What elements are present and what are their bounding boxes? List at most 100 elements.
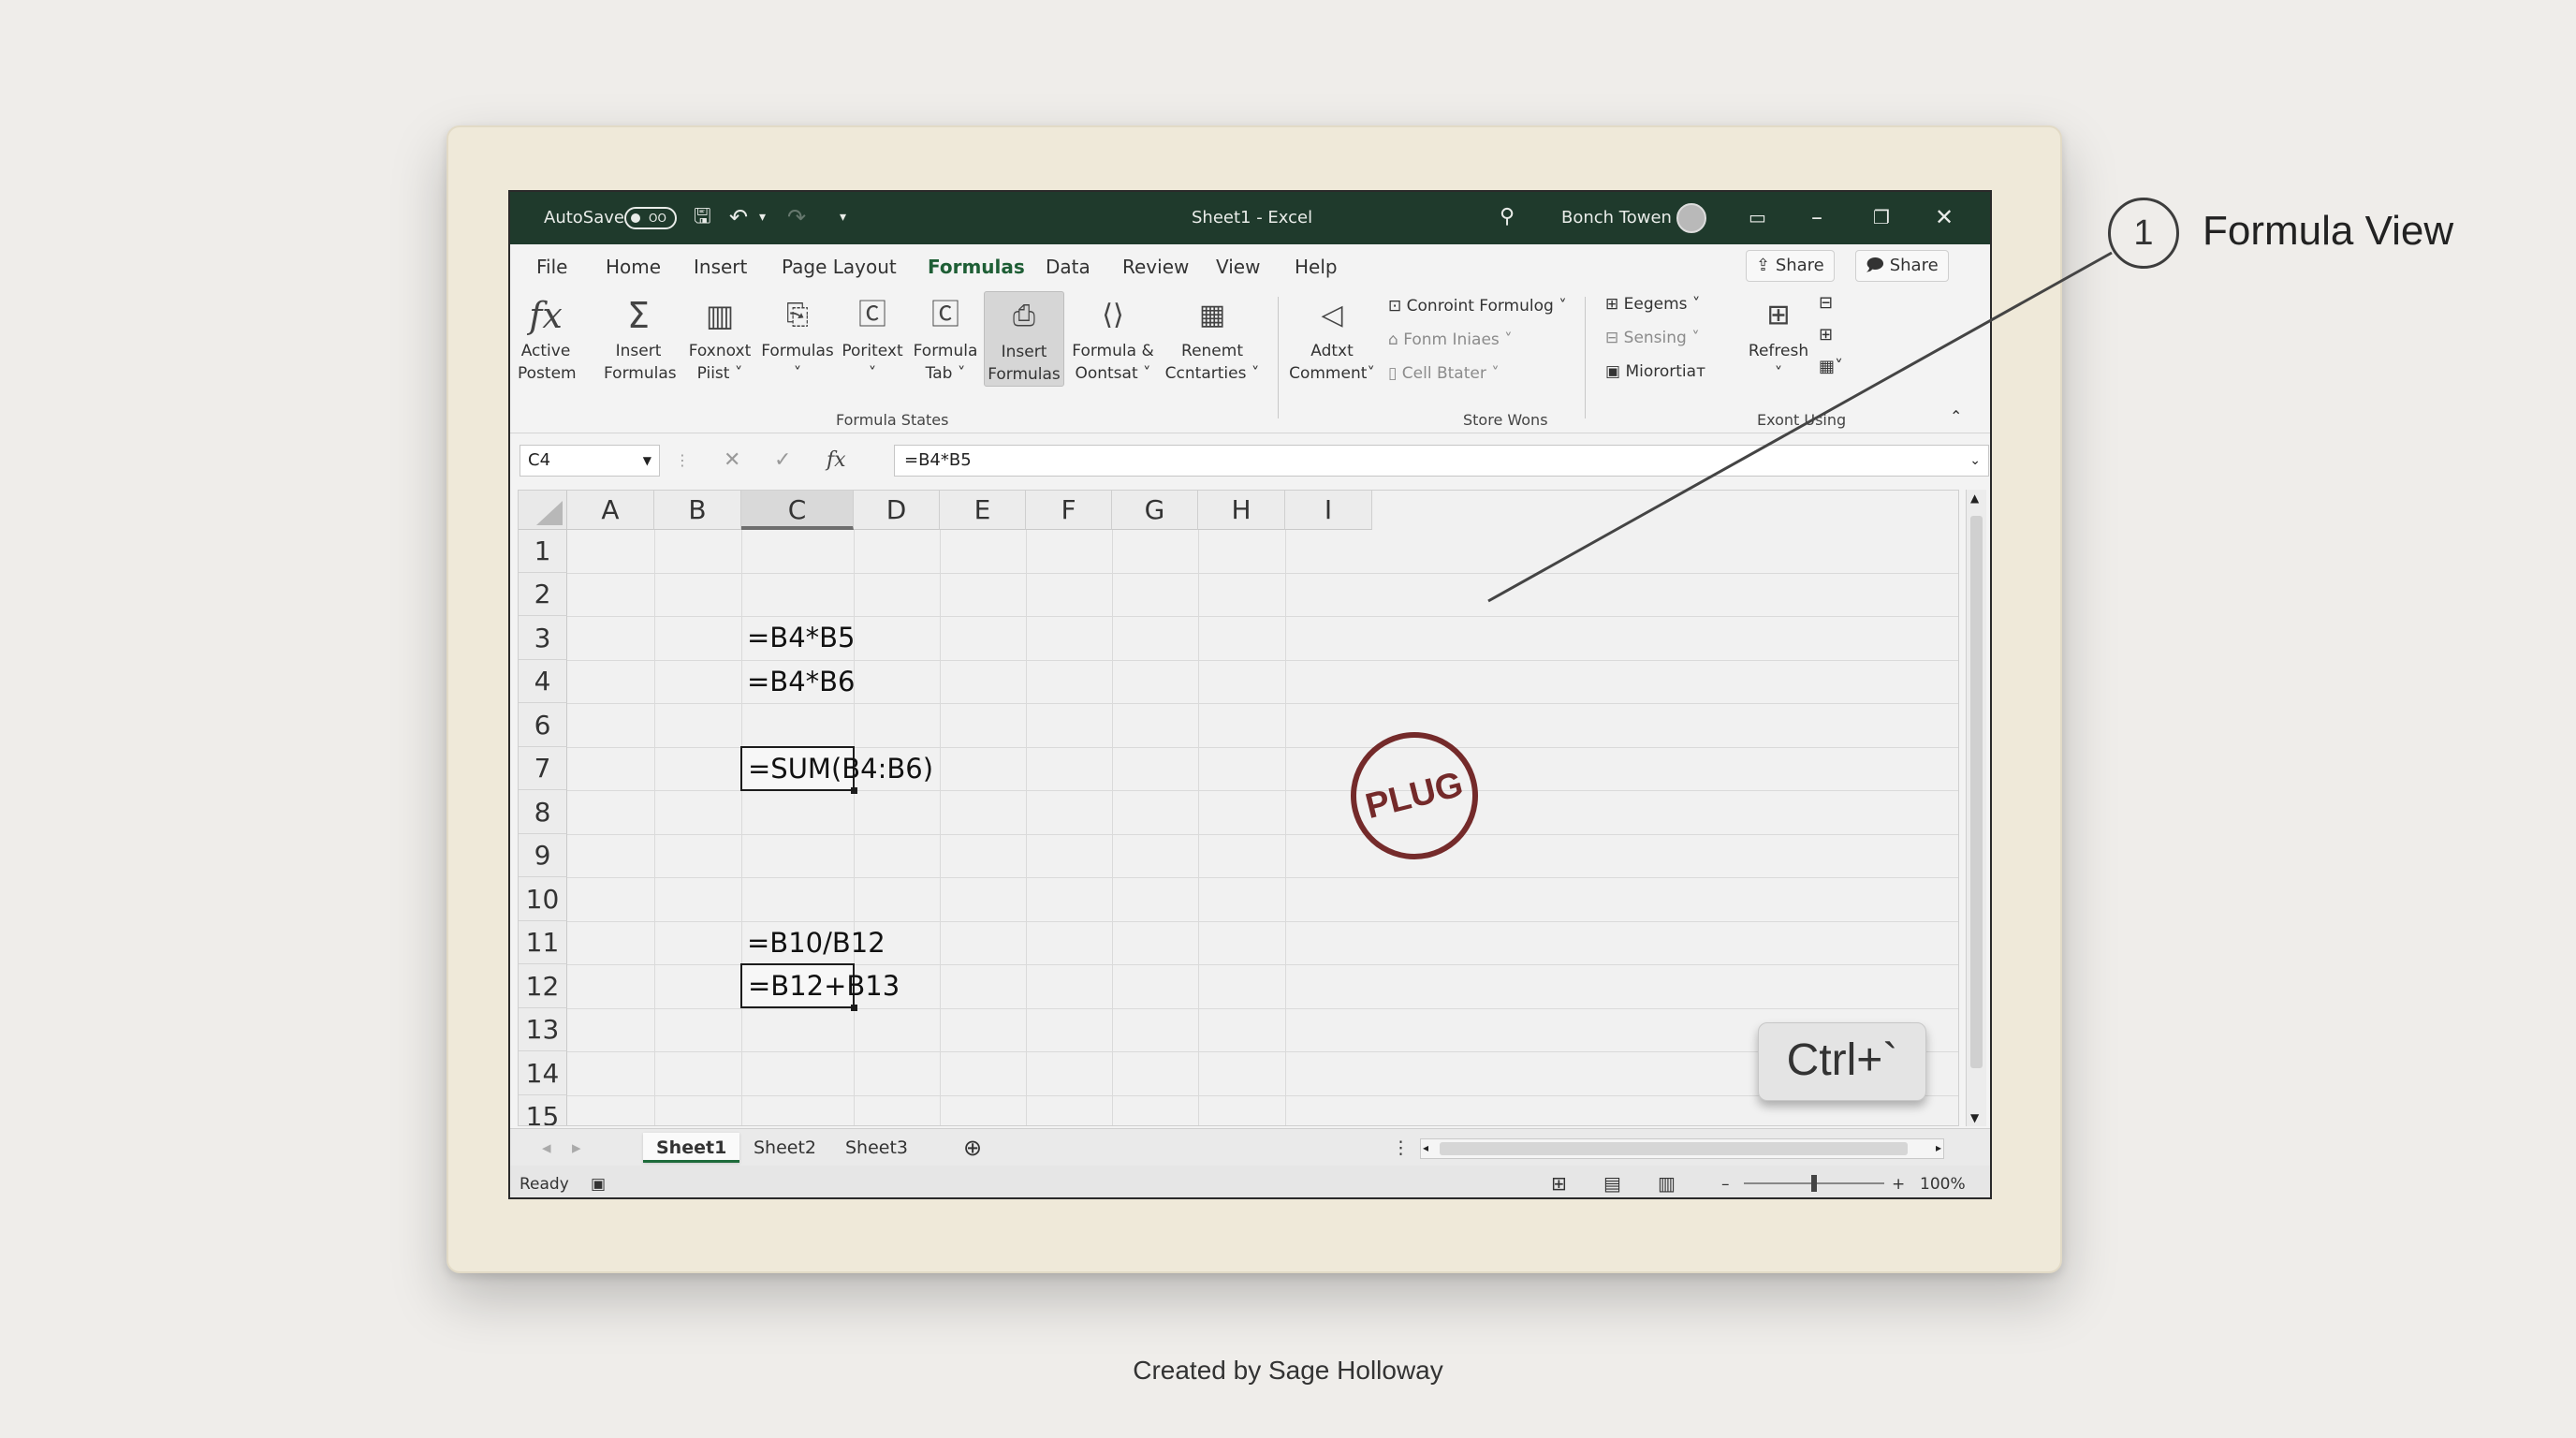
- zoom-in-icon[interactable]: +: [1892, 1175, 1905, 1194]
- fill-handle[interactable]: [851, 1005, 857, 1011]
- row-header[interactable]: 4: [519, 660, 567, 703]
- row-header[interactable]: 1: [519, 530, 567, 573]
- tab-home[interactable]: Home: [606, 256, 661, 278]
- fill-handle[interactable]: [851, 787, 857, 794]
- mini-grid-icon[interactable]: ⊞: [1819, 325, 1833, 345]
- sheet-tab-sheet1[interactable]: Sheet1: [643, 1133, 740, 1163]
- minimize-icon[interactable]: –: [1811, 203, 1822, 231]
- tab-file[interactable]: File: [536, 256, 567, 278]
- sheet-tab-sheet2[interactable]: Sheet2: [740, 1133, 829, 1163]
- customize-toolbar-icon[interactable]: ▾: [840, 203, 846, 231]
- mini-table-icon[interactable]: ⊟: [1819, 293, 1833, 313]
- cell-c7[interactable]: =SUM(B4:B6): [740, 746, 933, 791]
- autosave-toggle[interactable]: OO: [624, 207, 677, 229]
- formula-oontsat-button[interactable]: ⟨⟩ Formula & Oontsat ˅: [1070, 291, 1156, 385]
- add-sheet-icon[interactable]: ⊕: [950, 1133, 995, 1163]
- normal-view-icon[interactable]: ⊞: [1551, 1172, 1567, 1195]
- column-header-i[interactable]: I: [1285, 491, 1372, 530]
- cell-c3[interactable]: =B4*B5: [741, 616, 856, 660]
- eegems-button[interactable]: ⊞ Eegems ˅: [1605, 295, 1700, 314]
- ribbon-display-icon[interactable]: ▭: [1749, 203, 1766, 231]
- column-header-h[interactable]: H: [1198, 491, 1285, 530]
- row-header[interactable]: 8: [519, 790, 567, 834]
- insert-formulas-selected-button[interactable]: ⎙ Insert Formulas: [984, 291, 1064, 387]
- undo-dropdown-icon[interactable]: ▾: [759, 203, 766, 231]
- scroll-right-icon[interactable]: ▸: [1936, 1141, 1941, 1154]
- active-postem-button[interactable]: fx Active Postem: [518, 291, 577, 385]
- row-header[interactable]: 10: [519, 877, 567, 921]
- worksheet-grid[interactable]: A B C D E F G H I 1 2 3 4 6 7 8 9 10 11 …: [518, 490, 1959, 1126]
- column-header-g[interactable]: G: [1112, 491, 1198, 530]
- renemt-button[interactable]: ▦ Renemt Ccntarties ˅: [1162, 291, 1263, 385]
- cell-c12[interactable]: =B12+B13: [740, 963, 900, 1008]
- enter-icon[interactable]: ✓: [774, 447, 791, 475]
- scroll-up-icon[interactable]: ▲: [1970, 492, 1979, 505]
- scroll-left-icon[interactable]: ◂: [1423, 1141, 1428, 1154]
- refresh-button[interactable]: ⊞ Refresh ˅: [1744, 291, 1813, 385]
- tab-review[interactable]: Review: [1122, 256, 1189, 278]
- tab-insert[interactable]: Insert: [694, 256, 747, 278]
- accessibility-icon[interactable]: ▣: [591, 1175, 606, 1194]
- zoom-out-icon[interactable]: –: [1721, 1175, 1730, 1194]
- scroll-down-icon[interactable]: ▼: [1970, 1111, 1979, 1124]
- insert-function-icon[interactable]: fx: [827, 447, 846, 475]
- undo-icon[interactable]: ↶: [729, 203, 748, 231]
- name-box[interactable]: C4 ▼: [520, 445, 660, 477]
- page-layout-view-icon[interactable]: ▤: [1603, 1172, 1621, 1195]
- adtxt-comment-button[interactable]: ◁ Adtxt Comment˅: [1287, 291, 1377, 385]
- horizontal-scrollbar[interactable]: ◂ ▸: [1420, 1138, 1944, 1159]
- column-header-b[interactable]: B: [654, 491, 741, 530]
- select-all-corner[interactable]: [519, 491, 567, 530]
- tab-split-icon[interactable]: ⋮: [1379, 1133, 1423, 1163]
- formula-tab-button[interactable]: 🄲 Formula Tab ˅: [911, 291, 980, 385]
- column-header-f[interactable]: F: [1026, 491, 1112, 530]
- tab-formulas[interactable]: Formulas: [928, 256, 1025, 287]
- column-header-e[interactable]: E: [940, 491, 1026, 530]
- row-header[interactable]: 15: [519, 1095, 567, 1125]
- tab-help[interactable]: Help: [1295, 256, 1338, 278]
- sheet-tab-sheet3[interactable]: Sheet3: [832, 1133, 921, 1163]
- vertical-scrollbar[interactable]: ▲ ▼: [1966, 490, 1986, 1126]
- column-header-c[interactable]: C: [741, 491, 854, 530]
- restore-icon[interactable]: ❐: [1873, 203, 1890, 231]
- insert-formulas-button[interactable]: Σ Insert Formulas: [604, 291, 677, 385]
- tab-view[interactable]: View: [1216, 256, 1260, 278]
- page-break-view-icon[interactable]: ▥: [1658, 1172, 1676, 1195]
- tab-data[interactable]: Data: [1046, 256, 1090, 278]
- save-icon[interactable]: 🖫: [694, 203, 711, 231]
- row-header[interactable]: 13: [519, 1008, 567, 1051]
- row-header[interactable]: 2: [519, 573, 567, 616]
- avatar[interactable]: [1676, 203, 1706, 233]
- column-header-a[interactable]: A: [567, 491, 654, 530]
- more-icon[interactable]: ⋮: [675, 447, 690, 475]
- vertical-scroll-thumb[interactable]: [1970, 516, 1983, 1068]
- formulas-button[interactable]: ⎘ Formulas ˅: [761, 291, 834, 385]
- cell-c10[interactable]: =B10/B12: [741, 921, 886, 964]
- conroint-formulog-button[interactable]: ⊡ Conroint Formulog ˅: [1388, 297, 1567, 315]
- comments-share-button[interactable]: 🗩 Share: [1855, 250, 1949, 282]
- row-header[interactable]: 14: [519, 1051, 567, 1095]
- share-button[interactable]: ⇪ Share: [1746, 250, 1835, 282]
- row-header[interactable]: 9: [519, 834, 567, 877]
- tab-page-layout[interactable]: Page Layout: [782, 256, 897, 278]
- zoom-slider-thumb[interactable]: [1811, 1175, 1817, 1192]
- next-sheet-icon[interactable]: ▸: [559, 1133, 594, 1163]
- foxnoxt-button[interactable]: ▥ Foxnoxt Piist ˅: [684, 291, 755, 385]
- zoom-level[interactable]: 100%: [1920, 1175, 1966, 1194]
- row-header[interactable]: 3: [519, 616, 567, 660]
- cell-c4[interactable]: =B4*B6: [741, 660, 856, 703]
- cancel-icon[interactable]: ✕: [724, 447, 740, 475]
- formula-input[interactable]: =B4*B5 ⌄: [894, 445, 1989, 477]
- column-header-d[interactable]: D: [854, 491, 940, 530]
- close-icon[interactable]: ✕: [1935, 203, 1954, 231]
- row-header[interactable]: 11: [519, 921, 567, 964]
- miorortiat-button[interactable]: ▣ Miorortiaт: [1605, 362, 1705, 381]
- collapse-ribbon-icon[interactable]: ⌃: [1950, 407, 1962, 425]
- mini-options-icon[interactable]: ▦˅: [1819, 357, 1843, 376]
- row-header[interactable]: 6: [519, 703, 567, 747]
- row-header[interactable]: 12: [519, 964, 567, 1008]
- search-icon[interactable]: ⚲: [1500, 203, 1515, 231]
- horizontal-scroll-thumb[interactable]: [1440, 1142, 1908, 1155]
- row-header[interactable]: 7: [519, 747, 567, 790]
- poritext-button[interactable]: 🄲 Poritext ˅: [838, 291, 907, 385]
